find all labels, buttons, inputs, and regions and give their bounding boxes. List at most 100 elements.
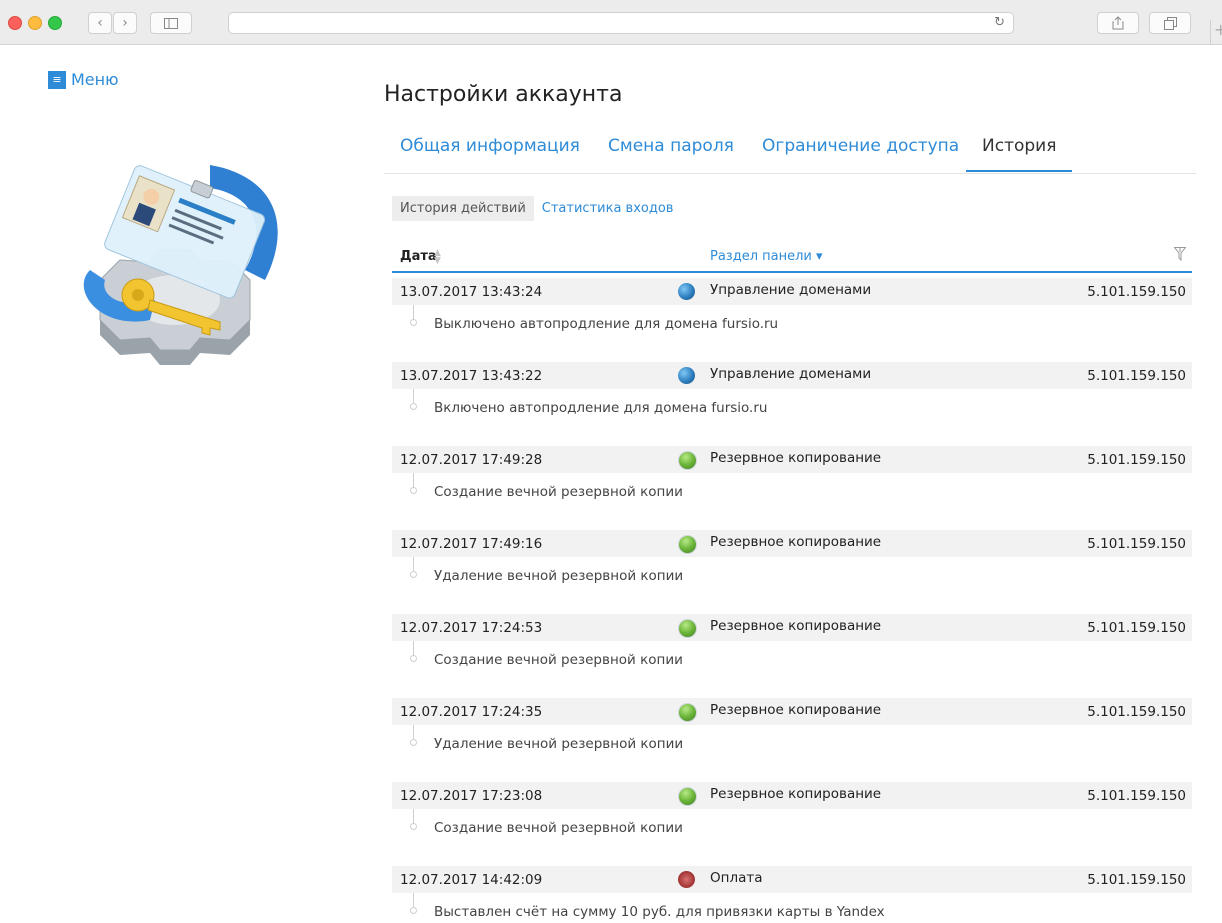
entry-ip: 5.101.159.150	[1087, 872, 1186, 888]
timeline-line	[413, 725, 414, 740]
entry-section: Резервное копирование	[710, 450, 882, 466]
table-row[interactable]: 12.07.2017 17:24:53 Резервное копировани…	[392, 614, 1192, 641]
entry-description: Удаление вечной резервной копии	[434, 568, 684, 584]
account-settings-illustration	[60, 150, 300, 370]
history-entry: 12.07.2017 17:24:53 Резервное копировани…	[392, 614, 1192, 694]
entry-section: Резервное копирование	[710, 534, 882, 550]
table-row[interactable]: 13.07.2017 13:43:24 Управление доменами …	[392, 278, 1192, 305]
timeline-dot	[410, 739, 417, 746]
entry-date: 12.07.2017 17:49:28	[400, 452, 543, 468]
history-entry: 12.07.2017 17:49:16 Резервное копировани…	[392, 530, 1192, 610]
timeline-line	[413, 641, 414, 656]
timeline-dot	[410, 487, 417, 494]
timeline-dot	[410, 907, 417, 914]
entry-ip: 5.101.159.150	[1087, 788, 1186, 804]
back-arrow-icon[interactable]: ‹	[88, 12, 112, 34]
minimize-window-button[interactable]	[28, 16, 42, 30]
column-date[interactable]: Дата	[400, 249, 437, 264]
table-header: Дата ▲ ▼ Раздел панели ▾	[392, 245, 1192, 273]
backup-icon	[678, 451, 697, 470]
menu-button[interactable]: ≡ Меню	[48, 70, 119, 89]
timeline-dot	[410, 655, 417, 662]
entry-description: Создание вечной резервной копии	[434, 820, 683, 836]
entry-date: 12.07.2017 17:24:53	[400, 620, 543, 636]
entry-description: Создание вечной резервной копии	[434, 652, 683, 668]
entry-section: Резервное копирование	[710, 702, 882, 718]
subtab-action-history[interactable]: История действий	[392, 196, 534, 221]
tabs-overview-icon[interactable]	[1149, 12, 1191, 34]
entry-date: 12.07.2017 17:49:16	[400, 536, 543, 552]
tab-change-password[interactable]: Смена пароля	[592, 133, 750, 172]
entry-section: Резервное копирование	[710, 786, 882, 802]
hamburger-icon: ≡	[48, 70, 66, 89]
backup-icon	[678, 535, 697, 554]
timeline-line	[413, 893, 414, 908]
timeline-line	[413, 305, 414, 320]
domain-globe-icon	[678, 283, 695, 300]
entry-date: 12.07.2017 17:23:08	[400, 788, 543, 804]
new-tab-icon[interactable]: +	[1210, 20, 1222, 44]
column-section-label: Раздел панели	[710, 249, 812, 264]
history-entry: 12.07.2017 17:49:28 Резервное копировани…	[392, 446, 1192, 526]
history-entry: 12.07.2017 17:24:35 Резервное копировани…	[392, 698, 1192, 778]
sort-arrows-icon[interactable]: ▲ ▼	[434, 249, 441, 266]
table-row[interactable]: 13.07.2017 13:43:22 Управление доменами …	[392, 362, 1192, 389]
timeline-line	[413, 473, 414, 488]
history-entry: 13.07.2017 13:43:24 Управление доменами …	[392, 278, 1192, 358]
table-row[interactable]: 12.07.2017 17:49:16 Резервное копировани…	[392, 530, 1192, 557]
maximize-window-button[interactable]	[48, 16, 62, 30]
entry-section: Управление доменами	[710, 366, 872, 382]
timeline-line	[413, 389, 414, 404]
column-section-dropdown[interactable]: Раздел панели ▾	[710, 249, 823, 264]
history-entry: 12.07.2017 14:42:09 Оплата 5.101.159.150…	[392, 866, 1192, 923]
tab-general-info[interactable]: Общая информация	[384, 133, 596, 172]
browser-toolbar: ‹ › ↻ +	[0, 0, 1222, 45]
table-row[interactable]: 12.07.2017 14:42:09 Оплата 5.101.159.150	[392, 866, 1192, 893]
entry-ip: 5.101.159.150	[1087, 452, 1186, 468]
history-entry: 12.07.2017 17:23:08 Резервное копировани…	[392, 782, 1192, 862]
entry-date: 13.07.2017 13:43:22	[400, 368, 543, 384]
table-row[interactable]: 12.07.2017 17:24:35 Резервное копировани…	[392, 698, 1192, 725]
entry-section: Резервное копирование	[710, 618, 882, 634]
table-row[interactable]: 12.07.2017 17:49:28 Резервное копировани…	[392, 446, 1192, 473]
entry-section: Оплата	[710, 870, 763, 886]
entry-description: Создание вечной резервной копии	[434, 484, 683, 500]
entry-ip: 5.101.159.150	[1087, 620, 1186, 636]
subtab-login-stats[interactable]: Статистика входов	[534, 196, 682, 221]
timeline-line	[413, 557, 414, 572]
backup-icon	[678, 703, 697, 722]
timeline-dot	[410, 403, 417, 410]
settings-tabs: Общая информация Смена пароля Ограничени…	[384, 133, 1196, 174]
close-window-button[interactable]	[8, 16, 22, 30]
reload-icon[interactable]: ↻	[994, 15, 1005, 30]
timeline-dot	[410, 823, 417, 830]
entry-section: Управление доменами	[710, 282, 872, 298]
domain-globe-icon	[678, 367, 695, 384]
sidebar-toggle-icon[interactable]	[150, 12, 192, 34]
timeline-line	[413, 809, 414, 824]
entry-description: Выставлен счёт на сумму 10 руб. для прив…	[434, 904, 885, 920]
filter-icon[interactable]	[1173, 247, 1187, 265]
history-subtabs: История действий Статистика входов	[392, 196, 681, 221]
forward-arrow-icon[interactable]: ›	[113, 12, 137, 34]
tab-access-restriction[interactable]: Ограничение доступа	[746, 133, 975, 172]
entry-description: Включено автопродление для домена fursio…	[434, 400, 768, 416]
page-title: Настройки аккаунта	[384, 82, 623, 107]
address-bar[interactable]: ↻	[228, 12, 1014, 34]
entry-ip: 5.101.159.150	[1087, 536, 1186, 552]
backup-icon	[678, 787, 697, 806]
entry-date: 12.07.2017 17:24:35	[400, 704, 543, 720]
tab-history[interactable]: История	[966, 133, 1073, 172]
timeline-dot	[410, 571, 417, 578]
menu-label: Меню	[71, 70, 119, 89]
entry-ip: 5.101.159.150	[1087, 284, 1186, 300]
timeline-dot	[410, 319, 417, 326]
payment-icon	[678, 871, 695, 888]
backup-icon	[678, 619, 697, 638]
table-row[interactable]: 12.07.2017 17:23:08 Резервное копировани…	[392, 782, 1192, 809]
history-entry: 13.07.2017 13:43:22 Управление доменами …	[392, 362, 1192, 442]
entry-ip: 5.101.159.150	[1087, 704, 1186, 720]
entry-description: Выключено автопродление для домена fursi…	[434, 316, 779, 332]
share-icon[interactable]	[1097, 12, 1139, 34]
entry-date: 13.07.2017 13:43:24	[400, 284, 543, 300]
